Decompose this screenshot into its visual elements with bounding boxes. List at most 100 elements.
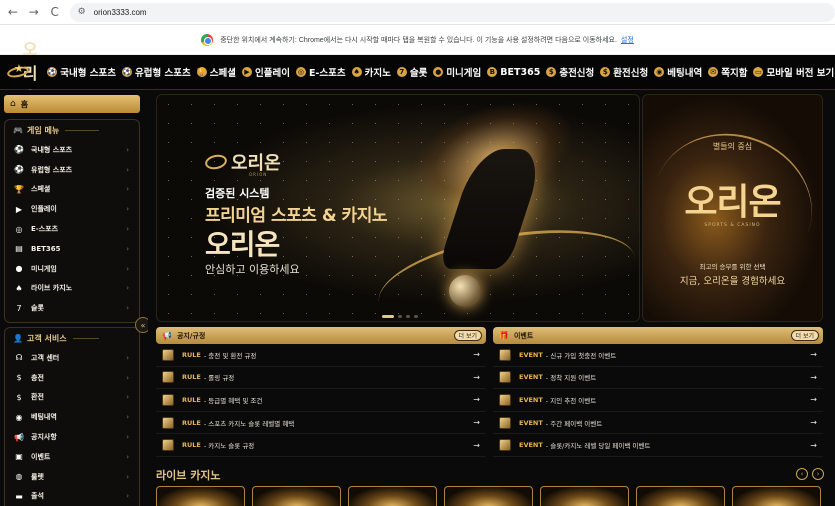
live-casino-card[interactable] bbox=[156, 486, 245, 506]
sidebar: ⌂ 홈 🎮 게임 메뉴 ⚽ 국내형 스포츠 › ⚽ 유럽형 스포츠 › 🏆 스페셜 › ▶ 인… bbox=[0, 90, 151, 506]
event-row[interactable]: EVENT - 정착 지원 이벤트 → bbox=[493, 367, 823, 390]
live-casino-card[interactable] bbox=[252, 486, 341, 506]
gamepad-icon: 🎮 bbox=[13, 125, 23, 135]
sidebar-item-event[interactable]: ▣ 이벤트 › bbox=[5, 447, 139, 467]
notice-row[interactable]: RULE - 롤링 규정 → bbox=[156, 367, 486, 390]
address-bar[interactable]: ⚙ orion3333.com bbox=[69, 2, 835, 22]
nav-bet365[interactable]: B BET365 bbox=[487, 67, 540, 78]
message-icon: ✉ bbox=[708, 67, 719, 77]
event-thumb-icon bbox=[499, 348, 511, 361]
sidebar-item-minigame[interactable]: ● 미니게임 › bbox=[5, 259, 139, 279]
sidebar-item-esports[interactable]: ◎ E-스포츠 › bbox=[5, 219, 139, 239]
notice-row[interactable]: RULE - 등급별 혜택 및 조건 → bbox=[156, 389, 486, 412]
nav-casino[interactable]: ♠ 카지노 bbox=[351, 65, 391, 79]
sidebar-item-support-center[interactable]: ☊ 고객 센터 › bbox=[5, 348, 139, 368]
globe-icon: ◎ bbox=[15, 224, 23, 234]
notice-row[interactable]: RULE - 카지노 슬롯 규정 → bbox=[156, 434, 486, 457]
sidebar-item-special[interactable]: 🏆 스페셜 › bbox=[5, 180, 139, 200]
live-casino-next-button[interactable]: › bbox=[812, 468, 824, 480]
mobile-icon: ▭ bbox=[753, 67, 764, 77]
live-casino-card[interactable] bbox=[732, 486, 821, 506]
event-row[interactable]: EVENT - 신규 가입 첫충전 이벤트 → bbox=[493, 344, 823, 367]
person-icon: 👤 bbox=[13, 333, 23, 343]
target-icon: ◉ bbox=[15, 412, 23, 422]
sidebar-item-deposit[interactable]: $ 충전 › bbox=[5, 368, 139, 388]
target-icon: ◉ bbox=[654, 67, 665, 77]
notice-row[interactable]: RULE - 충전 및 환전 규정 → bbox=[156, 344, 486, 367]
live-casino-prev-button[interactable]: ‹ bbox=[796, 468, 808, 480]
event-board-header: 🎁 이벤트 더 보기 bbox=[493, 327, 823, 344]
sidebar-item-inplay[interactable]: ▶ 인플레이 › bbox=[5, 199, 139, 219]
arrow-right-icon: → bbox=[473, 395, 480, 405]
live-casino-title: 라이브 카지노 bbox=[156, 469, 221, 482]
nav-domestic-sports[interactable]: ⚽ 국내형 스포츠 bbox=[47, 65, 116, 79]
rule-thumb-icon bbox=[162, 371, 174, 384]
nav-inplay[interactable]: ▶ 인플레이 bbox=[241, 65, 290, 79]
chevron-right-icon: › bbox=[126, 413, 129, 422]
live-casino-card[interactable] bbox=[540, 486, 629, 506]
url-text[interactable]: orion3333.com bbox=[94, 8, 147, 17]
chevron-right-icon: › bbox=[126, 185, 129, 194]
home-button[interactable]: ⌂ 홈 bbox=[4, 95, 140, 113]
arrow-right-icon: → bbox=[810, 350, 817, 360]
notice-row[interactable]: RULE - 스포츠 카지노 슬롯 레벨별 혜택 → bbox=[156, 412, 486, 435]
bet365-icon: ▤ bbox=[15, 244, 23, 254]
event-row[interactable]: EVENT - 지인 추천 이벤트 → bbox=[493, 389, 823, 412]
carousel-dot[interactable] bbox=[414, 315, 418, 318]
settings-link[interactable]: 설정 bbox=[621, 35, 634, 45]
minigame-icon: ● bbox=[433, 67, 444, 77]
live-casino-card[interactable] bbox=[636, 486, 725, 506]
nav-deposit[interactable]: $ 충전신청 bbox=[546, 65, 594, 79]
chevron-right-icon: › bbox=[126, 205, 129, 214]
nav-esports[interactable]: ◎ E-스포츠 bbox=[295, 65, 346, 79]
event-row[interactable]: EVENT - 슬롯/카지노 레벨 당일 페이백 이벤트 → bbox=[493, 434, 823, 457]
sidebar-item-attendance[interactable]: ▬ 출석 › bbox=[5, 487, 139, 506]
nav-special[interactable]: 🏆 스페셜 bbox=[196, 65, 236, 79]
event-more-button[interactable]: 더 보기 bbox=[790, 330, 819, 341]
sidebar-item-withdraw[interactable]: $ 환전 › bbox=[5, 388, 139, 408]
nav-bet-history[interactable]: ◉ 베팅내역 bbox=[654, 65, 702, 79]
sidebar-item-roulette[interactable]: ◍ 룰렛 › bbox=[5, 467, 139, 487]
roulette-icon: ◍ bbox=[15, 472, 23, 482]
chevron-right-icon: › bbox=[126, 264, 129, 273]
megaphone-icon: 📢 bbox=[14, 432, 24, 442]
main-banner[interactable]: 오리온 ORION 검증된 시스템 프리미엄 스포츠 & 카지노 오리온 안심하… bbox=[156, 94, 640, 322]
sidebar-item-live-casino[interactable]: ♠ 라이브 카지노 › bbox=[5, 279, 139, 299]
sidebar-item-bet365[interactable]: ▤ BET365 › bbox=[5, 239, 139, 259]
carousel-dot[interactable] bbox=[382, 315, 394, 318]
sidebar-item-notice[interactable]: 📢 공지사항 › bbox=[5, 427, 139, 447]
sidebar-item-slot[interactable]: 7 슬롯 › bbox=[5, 298, 139, 318]
coin-icon: $ bbox=[546, 67, 557, 77]
live-casino-card[interactable] bbox=[348, 486, 437, 506]
site-info-icon[interactable]: ⚙ bbox=[78, 7, 90, 17]
nav-mobile-version[interactable]: ▭ 모바일 버전 보기 bbox=[753, 65, 834, 79]
notice-board-header: 📢 공지/규정 더 보기 bbox=[156, 327, 486, 344]
chevron-right-icon: › bbox=[126, 225, 129, 234]
back-button[interactable]: ← bbox=[4, 3, 22, 21]
nav-messages[interactable]: ✉ 쪽지함 bbox=[708, 65, 747, 79]
nav-slot[interactable]: 7 슬롯 bbox=[396, 65, 427, 79]
sidebar-item-european-sports[interactable]: ⚽ 유럽형 스포츠 › bbox=[5, 160, 139, 180]
arrow-right-icon: → bbox=[810, 395, 817, 405]
reload-button[interactable]: C bbox=[46, 3, 64, 21]
sidebar-item-domestic-sports[interactable]: ⚽ 국내형 스포츠 › bbox=[5, 140, 139, 160]
forward-button[interactable]: → bbox=[25, 3, 43, 21]
live-casino-card[interactable] bbox=[444, 486, 533, 506]
game-menu-title: 🎮 게임 메뉴 bbox=[5, 120, 139, 140]
browser-toolbar: ← → C ⚙ orion3333.com bbox=[0, 0, 835, 25]
chevron-right-icon: › bbox=[126, 284, 129, 293]
rule-thumb-icon bbox=[162, 416, 174, 429]
event-thumb-icon bbox=[499, 393, 511, 406]
nav-european-sports[interactable]: ⚽ 유럽형 스포츠 bbox=[121, 65, 191, 79]
site-header: ★ 오리온 ⚽국내형 스포츠 ⚽유럽형 스포츠 🏆스페셜 ▶인플레이 ◎E-스포… bbox=[0, 40, 835, 107]
side-banner[interactable]: 별들의 중심 오리온 SPORTS & CASINO 최고의 승부를 위한 선택… bbox=[642, 94, 823, 322]
gift-icon: ▣ bbox=[15, 452, 23, 462]
notice-more-button[interactable]: 더 보기 bbox=[453, 330, 482, 341]
carousel-dot[interactable] bbox=[406, 315, 410, 318]
carousel-dot[interactable] bbox=[398, 315, 402, 318]
event-row[interactable]: EVENT - 주간 페이백 이벤트 → bbox=[493, 412, 823, 435]
sidebar-item-bet-history[interactable]: ◉ 베팅내역 › bbox=[5, 407, 139, 427]
nav-withdraw[interactable]: $ 환전신청 bbox=[600, 65, 648, 79]
nav-minigame[interactable]: ● 미니게임 bbox=[433, 65, 481, 79]
event-board: 🎁 이벤트 더 보기 EVENT - 신규 가입 첫충전 이벤트 → EVENT - … bbox=[493, 327, 823, 457]
